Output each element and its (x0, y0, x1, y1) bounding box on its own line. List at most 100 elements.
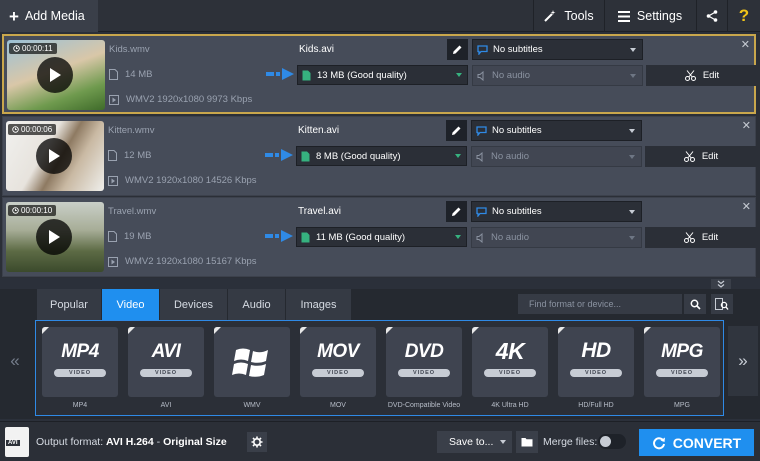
subtitles-select[interactable]: No subtitles (472, 39, 643, 60)
output-size-select[interactable]: 13 MB (Good quality) (297, 65, 468, 85)
source-info: WMV2 1920x1080 15167 Kbps (108, 256, 257, 267)
settings-button[interactable]: Settings (604, 0, 695, 32)
collapse-panel-button[interactable] (711, 279, 731, 289)
file-item[interactable]: 00:00:11 Kids.wmv 14 MB WMV2 1920x1080 9… (2, 34, 758, 114)
convert-arrow-icon (265, 230, 293, 242)
format-tile-hd[interactable]: HD VIDEO (558, 327, 634, 397)
format-tile-mov[interactable]: MOV VIDEO (300, 327, 376, 397)
format-label: DVD-Compatible Video (387, 402, 461, 409)
play-button[interactable] (36, 138, 72, 174)
speech-bubble-icon (477, 44, 488, 55)
speech-bubble-icon (476, 125, 487, 136)
play-button[interactable] (36, 219, 72, 255)
format-tile-dvd[interactable]: DVD VIDEO (386, 327, 462, 397)
format-tile-4k[interactable]: 4K VIDEO (472, 327, 548, 397)
chevron-double-down-icon (717, 280, 725, 288)
video-icon (109, 94, 119, 105)
magic-wand-icon (544, 10, 556, 22)
chevron-down-icon (500, 440, 506, 444)
pencil-icon (452, 126, 461, 135)
share-button[interactable] (696, 0, 726, 32)
pencil-icon (452, 207, 461, 216)
remove-item-button[interactable]: ✕ (742, 119, 751, 132)
mov-logo-icon: MOV (317, 341, 359, 362)
top-toolbar: + Add Media Tools Settings ? (0, 0, 760, 32)
remove-item-button[interactable]: ✕ (742, 200, 751, 213)
mp4-logo-icon: MP4 (61, 341, 99, 362)
file-list: 00:00:11 Kids.wmv 14 MB WMV2 1920x1080 9… (0, 33, 760, 278)
chevron-down-icon (630, 48, 636, 52)
audio-select[interactable]: No audio (471, 227, 642, 248)
audio-select[interactable]: No audio (472, 65, 643, 86)
detect-device-button[interactable] (711, 294, 733, 314)
clock-icon (13, 45, 20, 52)
refresh-icon (652, 436, 665, 449)
format-tile-mpg[interactable]: MPG VIDEO (644, 327, 720, 397)
file-icon (108, 231, 117, 242)
file-item[interactable]: 00:00:10 Travel.wmv 19 MB WMV2 1920x1080… (2, 197, 757, 277)
scissors-icon (684, 70, 696, 81)
format-tile-wmv[interactable] (214, 327, 290, 397)
merge-files-toggle[interactable] (598, 434, 626, 449)
help-button[interactable]: ? (727, 0, 760, 32)
output-size-select[interactable]: 8 MB (Good quality) (296, 146, 467, 166)
clock-icon (12, 126, 19, 133)
search-button[interactable] (684, 294, 706, 314)
plus-icon: + (9, 6, 19, 26)
rename-button[interactable] (446, 201, 467, 222)
video-thumbnail[interactable]: 00:00:11 (7, 40, 105, 110)
format-grid: MP4 VIDEO MP4 AVI VIDEO AVI WMV MOV VIDEO M… (35, 320, 724, 416)
output-filename[interactable]: Travel.avi (298, 206, 341, 217)
edit-button[interactable]: Edit (645, 227, 757, 248)
tab-devices[interactable]: Devices (160, 289, 228, 320)
output-settings-button[interactable] (247, 432, 267, 452)
video-thumbnail[interactable]: 00:00:10 (6, 202, 104, 272)
video-icon (108, 256, 118, 267)
source-info: WMV2 1920x1080 9973 Kbps (109, 94, 252, 105)
output-filename[interactable]: Kids.avi (299, 44, 334, 55)
file-icon (301, 151, 310, 161)
edit-button[interactable]: Edit (645, 146, 757, 167)
subtitles-select[interactable]: No subtitles (471, 120, 642, 141)
tools-button[interactable]: Tools (533, 0, 603, 32)
merge-files-label: Merge files: (543, 436, 598, 448)
open-folder-button[interactable] (516, 431, 538, 453)
format-label: WMV (243, 402, 261, 409)
convert-button[interactable]: CONVERT (639, 429, 754, 456)
format-next-button[interactable]: » (728, 326, 758, 396)
format-label: HD/Full HD (578, 402, 614, 409)
speech-bubble-icon (476, 206, 487, 217)
format-label: MOV (330, 402, 346, 409)
chevron-down-icon (629, 155, 635, 159)
save-to-dropdown[interactable]: Save to... (437, 431, 512, 453)
format-search-input[interactable]: Find format or device... (518, 294, 682, 314)
tab-popular[interactable]: Popular (37, 289, 102, 320)
tab-video[interactable]: Video (102, 289, 160, 320)
pencil-icon (453, 45, 462, 54)
format-tile-mp4[interactable]: MP4 VIDEO (42, 327, 118, 397)
rename-button[interactable] (447, 39, 468, 60)
play-button[interactable] (37, 57, 73, 93)
tab-audio[interactable]: Audio (228, 289, 286, 320)
mpg-logo-icon: MPG (661, 341, 703, 362)
avi-logo-icon: AVI (151, 341, 181, 362)
rename-button[interactable] (446, 120, 467, 141)
video-thumbnail[interactable]: 00:00:06 (6, 121, 104, 191)
add-media-button[interactable]: + Add Media (0, 0, 98, 32)
chevron-down-icon (455, 154, 461, 158)
chevron-down-icon (629, 210, 635, 214)
tab-images[interactable]: Images (286, 289, 352, 320)
audio-select[interactable]: No audio (471, 146, 642, 167)
format-tile-avi[interactable]: AVI VIDEO (128, 327, 204, 397)
format-prev-button[interactable]: « (0, 326, 30, 396)
clock-icon (12, 207, 19, 214)
dvd-logo-icon: DVD (404, 341, 444, 362)
menu-icon (617, 10, 630, 22)
file-icon (301, 232, 310, 242)
output-filename[interactable]: Kitten.avi (298, 125, 339, 136)
remove-item-button[interactable]: ✕ (741, 38, 750, 51)
subtitles-select[interactable]: No subtitles (471, 201, 642, 222)
edit-button[interactable]: Edit (646, 65, 758, 86)
file-item[interactable]: 00:00:06 Kitten.wmv 12 MB WMV2 1920x1080… (2, 116, 757, 196)
output-size-select[interactable]: 11 MB (Good quality) (296, 227, 467, 247)
